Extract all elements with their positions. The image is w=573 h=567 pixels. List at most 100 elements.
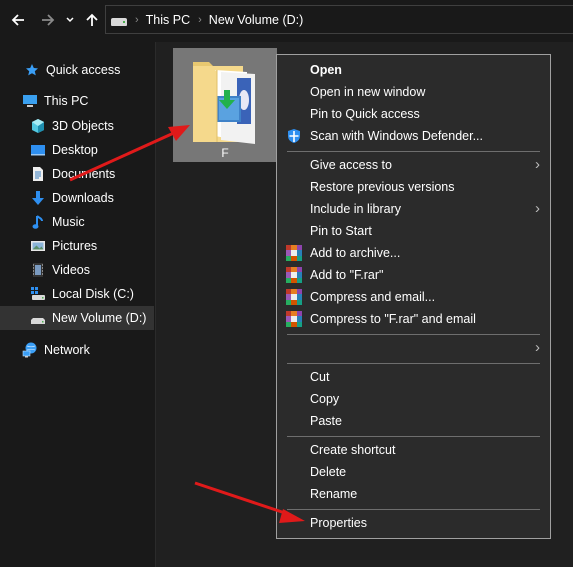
- sidebar-item-label: Desktop: [52, 143, 98, 157]
- cube-icon: [30, 118, 46, 134]
- network-icon: [22, 342, 38, 358]
- chevron-right-icon: ›: [535, 156, 540, 173]
- drive-icon: [30, 310, 46, 326]
- up-button[interactable]: [82, 9, 102, 31]
- sidebar-item-local-disk-c[interactable]: Local Disk (C:): [30, 282, 154, 306]
- breadcrumb-separator: ›: [198, 13, 202, 26]
- menu-separator: [287, 334, 540, 335]
- sidebar-item-pictures[interactable]: Pictures: [30, 234, 154, 258]
- breadcrumb-this-pc[interactable]: This PC: [146, 13, 190, 27]
- menu-item-label: Open in new window: [310, 85, 426, 99]
- menu-item-open[interactable]: Open: [277, 59, 550, 81]
- folder-item[interactable]: F: [173, 48, 277, 162]
- sidebar-item-music[interactable]: Music: [30, 210, 154, 234]
- sidebar-item-videos[interactable]: Videos: [30, 258, 154, 282]
- menu-item-label: Pin to Start: [310, 224, 372, 238]
- arrow-right-icon: [42, 14, 55, 26]
- menu-separator: [287, 151, 540, 152]
- menu-item-compress-and-email[interactable]: Compress and email...: [277, 286, 550, 308]
- sidebar-item-label: Music: [52, 215, 85, 229]
- menu-item-label: Compress and email...: [310, 290, 436, 304]
- sidebar-item-quick-access[interactable]: Quick access: [24, 58, 154, 82]
- menu-item-delete[interactable]: Delete: [277, 461, 550, 483]
- menu-item-pin-to-start[interactable]: Pin to Start: [277, 220, 550, 242]
- menu-item-label: Compress to "F.rar" and email: [310, 312, 476, 326]
- download-icon: [30, 190, 46, 206]
- sidebar-item-label: This PC: [44, 94, 89, 108]
- sidebar-item-label: Downloads: [52, 191, 114, 205]
- winrar-icon: [286, 289, 302, 305]
- sidebar-item-label: Local Disk (C:): [52, 287, 134, 301]
- star-icon: [24, 62, 40, 78]
- music-icon: [30, 214, 46, 230]
- sidebar-item-downloads[interactable]: Downloads: [30, 186, 154, 210]
- sidebar-item-network[interactable]: Network: [22, 338, 154, 362]
- menu-item-rename[interactable]: Rename: [277, 483, 550, 505]
- menu-separator: [287, 509, 540, 510]
- menu-item-open-in-new-window[interactable]: Open in new window: [277, 81, 550, 103]
- sidebar-item-this-pc[interactable]: This PC: [22, 89, 154, 113]
- document-icon: [30, 166, 46, 182]
- menu-item-pin-to-quick-access[interactable]: Pin to Quick access: [277, 103, 550, 125]
- menu-item-label: Properties: [310, 516, 367, 530]
- menu-item-include-in-library[interactable]: Include in library ›: [277, 198, 550, 220]
- winrar-icon: [286, 267, 302, 283]
- menu-item-label: Pin to Quick access: [310, 107, 420, 121]
- folder-icon: [193, 62, 255, 144]
- menu-item-label: Copy: [310, 392, 340, 406]
- folder-name: F: [221, 146, 229, 160]
- menu-item-label: Cut: [310, 370, 330, 384]
- breadcrumb-separator: ›: [135, 13, 139, 26]
- menu-item-add-to-f-rar[interactable]: Add to "F.rar": [277, 264, 550, 286]
- chevron-right-icon: ›: [535, 339, 540, 356]
- menu-item-label: Scan with Windows Defender...: [310, 129, 483, 143]
- context-menu: Open Open in new window Pin to Quick acc…: [276, 54, 551, 539]
- pictures-icon: [30, 238, 46, 254]
- menu-item-create-shortcut[interactable]: Create shortcut: [277, 439, 550, 461]
- menu-item-label: Add to "F.rar": [310, 268, 384, 282]
- sidebar-item-label: 3D Objects: [52, 119, 114, 133]
- forward-button[interactable]: [38, 9, 58, 31]
- navigation-bar: › This PC › New Volume (D:): [0, 0, 573, 42]
- breadcrumb-new-volume[interactable]: New Volume (D:): [209, 13, 303, 27]
- sidebar-item-label: Videos: [52, 263, 90, 277]
- menu-item-compress-to-f-rar-and-email[interactable]: Compress to "F.rar" and email: [277, 308, 550, 330]
- sidebar-item-label: Pictures: [52, 239, 98, 253]
- menu-item-add-to-archive[interactable]: Add to archive...: [277, 242, 550, 264]
- sidebar-item-documents[interactable]: Documents: [30, 162, 154, 186]
- menu-item-properties[interactable]: Properties: [277, 512, 550, 534]
- sidebar-item-3d-objects[interactable]: 3D Objects: [30, 114, 154, 138]
- menu-separator: [287, 363, 540, 364]
- back-button[interactable]: [8, 9, 28, 31]
- menu-item-label: Give access to: [310, 158, 392, 172]
- system-drive-icon: [30, 286, 46, 302]
- menu-separator: [287, 436, 540, 437]
- videos-icon: [30, 262, 46, 278]
- menu-item-label: Paste: [310, 414, 342, 428]
- sidebar-item-new-volume-d[interactable]: New Volume (D:): [0, 306, 154, 330]
- menu-item-give-access-to[interactable]: Give access to ›: [277, 154, 550, 176]
- defender-shield-icon: [288, 129, 300, 143]
- menu-item-cut[interactable]: Cut: [277, 366, 550, 388]
- address-bar[interactable]: › This PC › New Volume (D:): [105, 5, 573, 34]
- menu-item-label: Add to archive...: [310, 246, 401, 260]
- menu-item-label: Delete: [310, 465, 347, 479]
- menu-item-label: Rename: [310, 487, 358, 501]
- menu-item-paste[interactable]: Paste: [277, 410, 550, 432]
- sidebar-item-desktop[interactable]: Desktop: [30, 138, 154, 162]
- chevron-down-icon: [66, 17, 74, 23]
- menu-item-copy[interactable]: Copy: [277, 388, 550, 410]
- sidebar-item-label: New Volume (D:): [52, 311, 147, 325]
- sidebar-item-label: Documents: [52, 167, 116, 181]
- winrar-icon: [286, 245, 302, 261]
- sidebar-item-label: Network: [44, 343, 90, 357]
- chevron-right-icon: ›: [535, 200, 540, 217]
- sidebar-item-label: Quick access: [46, 63, 121, 77]
- drive-icon: [111, 17, 127, 26]
- desktop-icon: [30, 142, 46, 158]
- menu-item-restore-previous-versions[interactable]: Restore previous versions: [277, 176, 550, 198]
- computer-icon: [22, 93, 38, 109]
- menu-item-scan-with-defender[interactable]: Scan with Windows Defender...: [277, 125, 550, 147]
- recent-locations-button[interactable]: [62, 9, 78, 31]
- menu-item-send-to[interactable]: ›: [277, 337, 550, 359]
